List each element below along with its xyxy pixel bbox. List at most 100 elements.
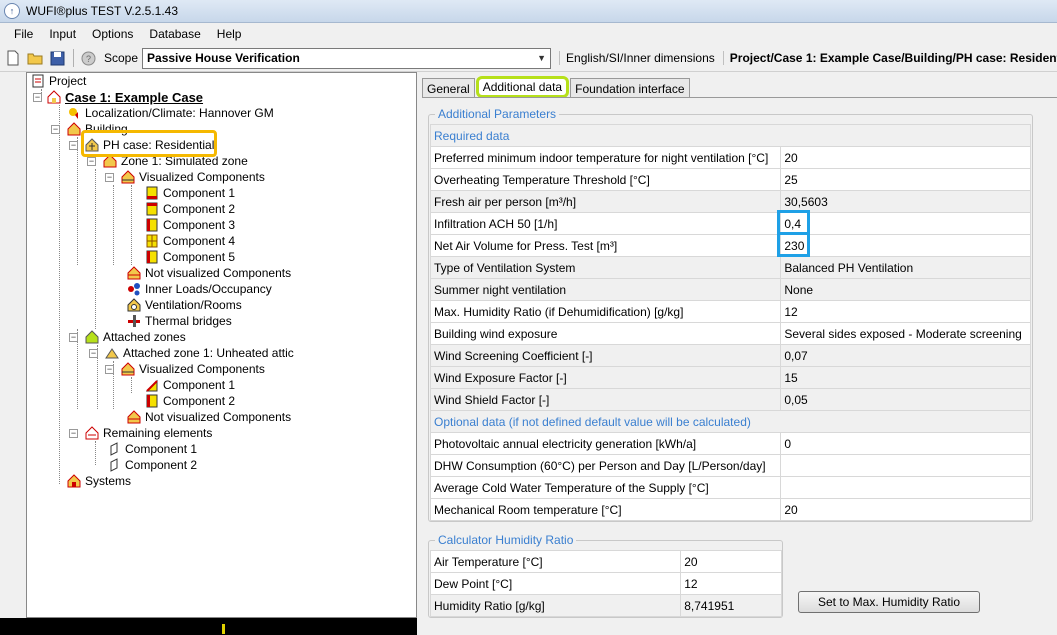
highlight-ph-case [81, 130, 217, 157]
tree-item-att-visualized[interactable]: Visualized Components [121, 361, 265, 377]
new-file-button[interactable] [3, 48, 23, 68]
table-row: Average Cold Water Temperature of the Su… [429, 476, 1031, 499]
tree-item-att-not-visualized[interactable]: Not visualized Components [127, 409, 291, 425]
table-row: Overheating Temperature Threshold [°C] 25 [429, 168, 1031, 191]
ventilation-type-value: Balanced PH Ventilation [780, 256, 1031, 279]
tree-item-component-1[interactable]: Component 1 [145, 185, 235, 201]
collapse-toggle[interactable]: − [69, 141, 78, 150]
collapse-toggle[interactable]: − [87, 157, 96, 166]
max-humidity-input[interactable]: 12 [780, 300, 1031, 323]
tab-additional-data[interactable]: Additional data [475, 76, 570, 98]
wall-component-icon [145, 394, 159, 408]
table-row: Wind Shield Factor [-] 0,05 [429, 388, 1031, 411]
humidity-ratio-value: 8,741951 [680, 594, 782, 617]
night-vent-temp-input[interactable]: 20 [780, 146, 1031, 169]
overheating-threshold-input[interactable]: 25 [780, 168, 1031, 191]
window-title: WUFI®plus TEST V.2.5.1.43 [26, 4, 179, 18]
collapse-toggle[interactable]: − [105, 173, 114, 182]
collapse-toggle[interactable]: − [89, 349, 98, 358]
menu-help[interactable]: Help [209, 27, 250, 41]
building-icon [67, 122, 81, 136]
tab-bar: General Additional data Foundation inter… [422, 76, 691, 98]
tree-item-localization[interactable]: Localization/Climate: Hannover GM [67, 105, 274, 121]
table-row: Net Air Volume for Press. Test [m³] 230 [429, 234, 1031, 257]
sloped-component-icon [145, 378, 159, 392]
dhw-consumption-input[interactable] [780, 454, 1031, 477]
roof-component-icon [145, 202, 159, 216]
tree-item-case[interactable]: Case 1: Example Case [47, 89, 203, 105]
components-icon [121, 170, 135, 184]
collapse-toggle[interactable]: − [105, 365, 114, 374]
components-icon [121, 362, 135, 376]
tree-item-visualized-components[interactable]: Visualized Components [121, 169, 265, 185]
collapse-toggle[interactable]: − [69, 429, 78, 438]
mech-room-temp-input[interactable]: 20 [780, 498, 1031, 521]
menu-bar: File Input Options Database Help [0, 23, 1057, 44]
menu-input[interactable]: Input [41, 27, 84, 41]
net-air-volume-input[interactable]: 230 [780, 234, 1031, 257]
tree-item-component-2[interactable]: Component 2 [145, 201, 235, 217]
tree-item-inner-loads[interactable]: Inner Loads/Occupancy [127, 281, 272, 297]
help-icon: ? [81, 51, 95, 65]
tree-item-att-component-1[interactable]: Component 1 [145, 377, 235, 393]
tree-item-component-5[interactable]: Component 5 [145, 249, 235, 265]
menu-file[interactable]: File [6, 27, 41, 41]
collapse-toggle[interactable]: − [51, 125, 60, 134]
tree-item-rem-component-1[interactable]: Component 1 [107, 441, 197, 457]
thermal-bridge-icon [127, 314, 141, 328]
house-icon [47, 90, 61, 104]
tree-item-component-4[interactable]: Component 4 [145, 233, 235, 249]
table-row: Photovoltaic annual electricity generati… [429, 432, 1031, 455]
remaining-elements-icon [85, 426, 99, 440]
cold-water-temp-input[interactable] [780, 476, 1031, 499]
not-visualized-icon [127, 410, 141, 424]
tree-item-att-component-2[interactable]: Component 2 [145, 393, 235, 409]
tree-item-project[interactable]: Project [31, 73, 86, 89]
attic-icon [105, 346, 119, 360]
table-row: Dew Point [°C] 12 [429, 572, 782, 595]
table-row: Humidity Ratio [g/kg] 8,741951 [429, 594, 782, 617]
menu-options[interactable]: Options [84, 27, 141, 41]
project-icon [31, 74, 45, 88]
dew-point-input[interactable]: 12 [680, 572, 782, 595]
wind-exposure-factor-value: 15 [780, 366, 1031, 389]
scope-value: Passive House Verification [147, 51, 300, 65]
summer-night-vent-value: None [780, 278, 1031, 301]
set-max-humidity-button[interactable]: Set to Max. Humidity Ratio [798, 591, 980, 613]
collapse-toggle[interactable]: − [33, 93, 42, 102]
tree-item-component-3[interactable]: Component 3 [145, 217, 235, 233]
tree-item-systems[interactable]: Systems [67, 473, 131, 489]
menu-database[interactable]: Database [141, 27, 208, 41]
tab-general[interactable]: General [422, 78, 475, 98]
save-button[interactable] [47, 48, 67, 68]
table-row: Fresh air per person [m³/h] 30,5603 [429, 190, 1031, 213]
tree-item-attached-zone1[interactable]: Attached zone 1: Unheated attic [105, 345, 294, 361]
tab-foundation-interface[interactable]: Foundation interface [570, 78, 690, 98]
wind-screening-value: 0,07 [780, 344, 1031, 367]
air-temperature-input[interactable]: 20 [680, 550, 782, 573]
tree-item-remaining[interactable]: Remaining elements [85, 425, 212, 441]
inner-loads-icon [127, 282, 141, 296]
tree-item-rem-component-2[interactable]: Component 2 [107, 457, 197, 473]
preview-strip [0, 618, 417, 635]
tree-item-attached-zones[interactable]: Attached zones [85, 329, 186, 345]
required-data-label: Required data [430, 124, 1031, 147]
table-row: Infiltration ACH 50 [1/h] 0,4 [429, 212, 1031, 235]
scope-label: Scope [104, 51, 139, 65]
tree-item-ventilation[interactable]: Ventilation/Rooms [127, 297, 242, 313]
door-component-icon [145, 250, 159, 264]
infiltration-ach50-input[interactable]: 0,4 [780, 212, 1031, 235]
wind-exposure-select[interactable]: Several sides exposed - Moderate screeni… [780, 322, 1031, 345]
element-icon [107, 458, 121, 472]
tree-item-not-visualized[interactable]: Not visualized Components [127, 265, 291, 281]
folder-icon [27, 53, 43, 65]
table-row: DHW Consumption (60°C) per Person and Da… [429, 454, 1031, 477]
floor-component-icon [145, 218, 159, 232]
collapse-toggle[interactable]: − [69, 333, 78, 342]
pv-generation-input[interactable]: 0 [780, 432, 1031, 455]
scope-dropdown[interactable]: Passive House Verification ▼ [142, 47, 552, 69]
open-button[interactable] [25, 48, 45, 68]
help-button[interactable]: ? [78, 48, 98, 68]
tree-item-thermal-bridges[interactable]: Thermal bridges [127, 313, 232, 329]
element-icon [107, 442, 121, 456]
